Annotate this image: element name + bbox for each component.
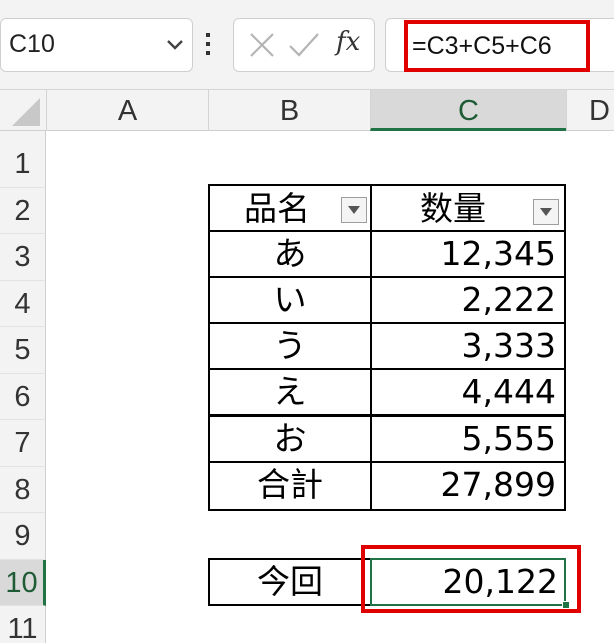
column-header-d[interactable]: D	[566, 90, 614, 131]
cell-c6[interactable]: 4,444	[370, 368, 566, 416]
row-header-10[interactable]: 10	[0, 559, 46, 606]
cell-b5[interactable]: う	[208, 322, 372, 370]
formula-text: =C3+C5+C6	[412, 32, 552, 60]
row-header-gap	[0, 131, 46, 141]
chevron-down-icon[interactable]	[163, 32, 187, 58]
row-header-3[interactable]: 3	[0, 234, 46, 281]
cell-b3[interactable]: あ	[208, 230, 372, 278]
header-name-label: 品名	[244, 189, 310, 228]
name-box[interactable]: C10	[0, 18, 193, 72]
formula-bar-area: C10 fx =C3+C5+C6	[0, 0, 614, 90]
cell-b8[interactable]: 合計	[208, 461, 372, 511]
cell-c10-selected[interactable]: 20,122	[370, 558, 566, 606]
row-header-11[interactable]: 11	[0, 606, 46, 643]
row-header-2[interactable]: 2	[0, 187, 46, 234]
cell-b10[interactable]: 今回	[208, 558, 372, 606]
header-qty-label: 数量	[420, 189, 486, 228]
filter-dropdown-icon[interactable]	[533, 199, 559, 225]
cell-b4[interactable]: い	[208, 276, 372, 324]
row-header-8[interactable]: 8	[0, 466, 46, 513]
cell-c4[interactable]: 2,222	[370, 276, 566, 324]
row-header-6[interactable]: 6	[0, 373, 46, 420]
cell-c7[interactable]: 5,555	[370, 415, 566, 463]
vertical-dots-icon[interactable]	[204, 32, 212, 56]
row-header-7[interactable]: 7	[0, 420, 46, 467]
close-icon[interactable]	[248, 31, 276, 59]
cell-c8[interactable]: 27,899	[370, 461, 566, 511]
cell-b7[interactable]: お	[208, 415, 372, 463]
cell-c5[interactable]: 3,333	[370, 322, 566, 370]
filter-dropdown-icon[interactable]	[341, 197, 367, 223]
row-header-5[interactable]: 5	[0, 327, 46, 374]
formula-controls: fx	[233, 18, 375, 72]
ribbon-edge	[0, 0, 614, 16]
row-header-4[interactable]: 4	[0, 280, 46, 327]
cell-b6[interactable]: え	[208, 368, 372, 416]
check-icon[interactable]	[288, 31, 320, 59]
name-box-value: C10	[9, 30, 55, 58]
column-header-c[interactable]: C	[370, 90, 566, 131]
column-header-a[interactable]: A	[46, 90, 208, 131]
column-header-b[interactable]: B	[208, 90, 370, 131]
row-header-1[interactable]: 1	[0, 141, 46, 188]
fx-icon[interactable]: fx	[336, 27, 360, 57]
cell-c3[interactable]: 12,345	[370, 230, 566, 278]
select-all-corner[interactable]	[0, 90, 46, 131]
row-header-9[interactable]: 9	[0, 513, 46, 560]
fill-handle[interactable]	[562, 601, 570, 609]
